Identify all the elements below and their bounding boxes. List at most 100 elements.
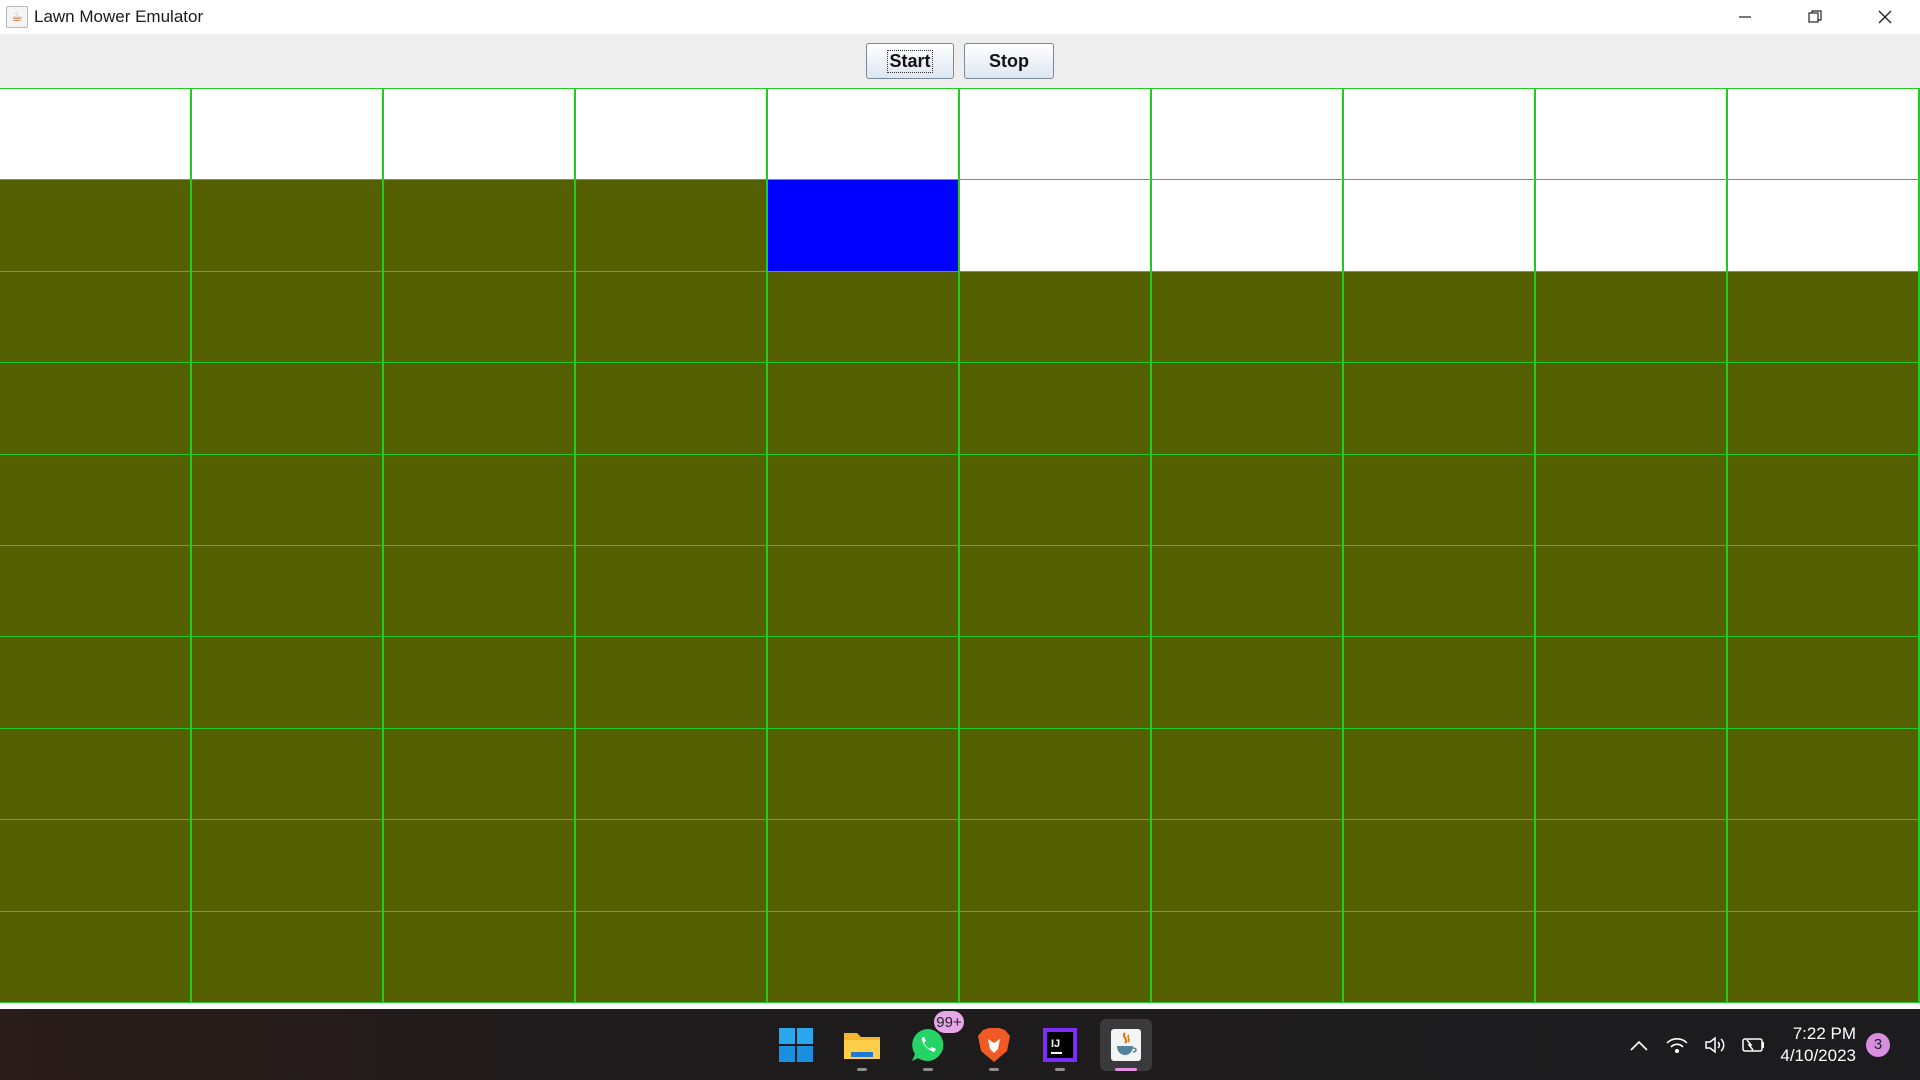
unmowed-cell (1728, 637, 1920, 729)
unmowed-cell (1728, 363, 1920, 455)
unmowed-cell (1728, 820, 1920, 912)
running-indicator (989, 1068, 999, 1071)
taskbar-clock[interactable]: 7:22 PM 4/10/2023 (1780, 1023, 1856, 1067)
brave-browser-button[interactable] (968, 1019, 1020, 1071)
notification-count[interactable]: 3 (1866, 1032, 1890, 1057)
unmowed-cell (384, 728, 576, 821)
unmowed-cell (384, 180, 576, 272)
toolbar: Start Stop (0, 34, 1920, 88)
unmowed-cell (960, 271, 1152, 364)
unmowed-cell (192, 820, 384, 912)
unmowed-cell (1728, 911, 1920, 1003)
unmowed-cell (192, 271, 384, 364)
unmowed-cell (192, 637, 384, 729)
unmowed-cell (960, 820, 1152, 912)
unmowed-cell (384, 363, 576, 455)
running-indicator (1055, 1068, 1065, 1071)
unmowed-cell (1344, 637, 1536, 729)
unmowed-cell (1344, 363, 1536, 455)
unmowed-cell (0, 728, 192, 821)
unmowed-cell (1152, 911, 1344, 1003)
intellij-icon: IJ (1043, 1028, 1077, 1062)
start-menu-button[interactable] (770, 1019, 822, 1071)
restore-icon (1808, 10, 1822, 23)
unmowed-cell (0, 363, 192, 455)
unmowed-cell (960, 637, 1152, 729)
unmowed-cell (1152, 820, 1344, 912)
mowed-cell (960, 180, 1152, 272)
unmowed-cell (192, 180, 384, 272)
window-titlebar: ☕ Lawn Mower Emulator (0, 0, 1920, 34)
start-button-label: Start (887, 49, 933, 73)
unmowed-cell (1536, 363, 1728, 455)
unmowed-cell (1152, 637, 1344, 729)
mowed-cell (1344, 180, 1536, 272)
unmowed-cell (768, 637, 960, 729)
unmowed-cell (1344, 271, 1536, 364)
unmowed-cell (576, 728, 768, 821)
unmowed-cell (1344, 546, 1536, 638)
java-cup-icon (1111, 1029, 1141, 1061)
mowed-cell (576, 89, 768, 181)
battery-icon[interactable] (1734, 1036, 1772, 1054)
windows-logo-icon (779, 1028, 813, 1062)
unmowed-cell (1152, 271, 1344, 364)
unmowed-cell (576, 363, 768, 455)
wifi-icon[interactable] (1658, 1035, 1696, 1055)
unmowed-cell (576, 454, 768, 546)
unmowed-cell (768, 363, 960, 455)
unmowed-cell (576, 911, 768, 1003)
java-cup-icon: ☕ (6, 6, 28, 28)
svg-text:IJ: IJ (1051, 1038, 1060, 1050)
unmowed-cell (960, 728, 1152, 821)
unmowed-cell (384, 637, 576, 729)
minimize-button[interactable] (1710, 0, 1780, 34)
mowed-cell (1728, 89, 1920, 181)
unmowed-cell (1152, 454, 1344, 546)
unmowed-cell (960, 454, 1152, 546)
running-indicator (1115, 1068, 1137, 1071)
unmowed-cell (576, 546, 768, 638)
unmowed-cell (0, 820, 192, 912)
start-button[interactable]: Start (866, 43, 954, 79)
unmowed-cell (1728, 271, 1920, 364)
window-controls (1710, 0, 1920, 34)
file-explorer-button[interactable] (836, 1019, 888, 1071)
close-button[interactable] (1850, 0, 1920, 34)
unmowed-cell (768, 454, 960, 546)
chevron-up-icon[interactable] (1620, 1038, 1658, 1052)
clock-time: 7:22 PM (1792, 1023, 1856, 1043)
mowed-cell (1344, 89, 1536, 181)
lawn-grid (0, 88, 1920, 1003)
unmowed-cell (0, 180, 192, 272)
unmowed-cell (576, 637, 768, 729)
mowed-cell (0, 89, 192, 181)
unmowed-cell (768, 911, 960, 1003)
unmowed-cell (1536, 911, 1728, 1003)
unmowed-cell (1344, 911, 1536, 1003)
unmowed-cell (0, 271, 192, 364)
whatsapp-button[interactable]: 99+ (902, 1011, 964, 1071)
folder-icon (844, 1033, 880, 1059)
mowed-cell (384, 89, 576, 181)
unmowed-cell (0, 637, 192, 729)
minimize-icon (1739, 16, 1751, 18)
intellij-button[interactable]: IJ (1034, 1019, 1086, 1071)
unmowed-cell (384, 454, 576, 546)
mowed-cell (1152, 180, 1344, 272)
taskbar-apps: 99+ IJ (770, 1011, 1152, 1071)
stop-button[interactable]: Stop (964, 43, 1054, 79)
mowed-cell (960, 89, 1152, 181)
restore-button[interactable] (1780, 0, 1850, 34)
running-indicator (857, 1068, 867, 1071)
unmowed-cell (192, 454, 384, 546)
window-title: Lawn Mower Emulator (34, 7, 204, 26)
java-app-button[interactable] (1100, 1019, 1152, 1071)
unmowed-cell (0, 911, 192, 1003)
unmowed-cell (384, 271, 576, 364)
unmowed-cell (1152, 728, 1344, 821)
mowed-cell (1536, 89, 1728, 181)
unmowed-cell (1536, 271, 1728, 364)
unmowed-cell (192, 363, 384, 455)
volume-icon[interactable] (1696, 1035, 1734, 1055)
